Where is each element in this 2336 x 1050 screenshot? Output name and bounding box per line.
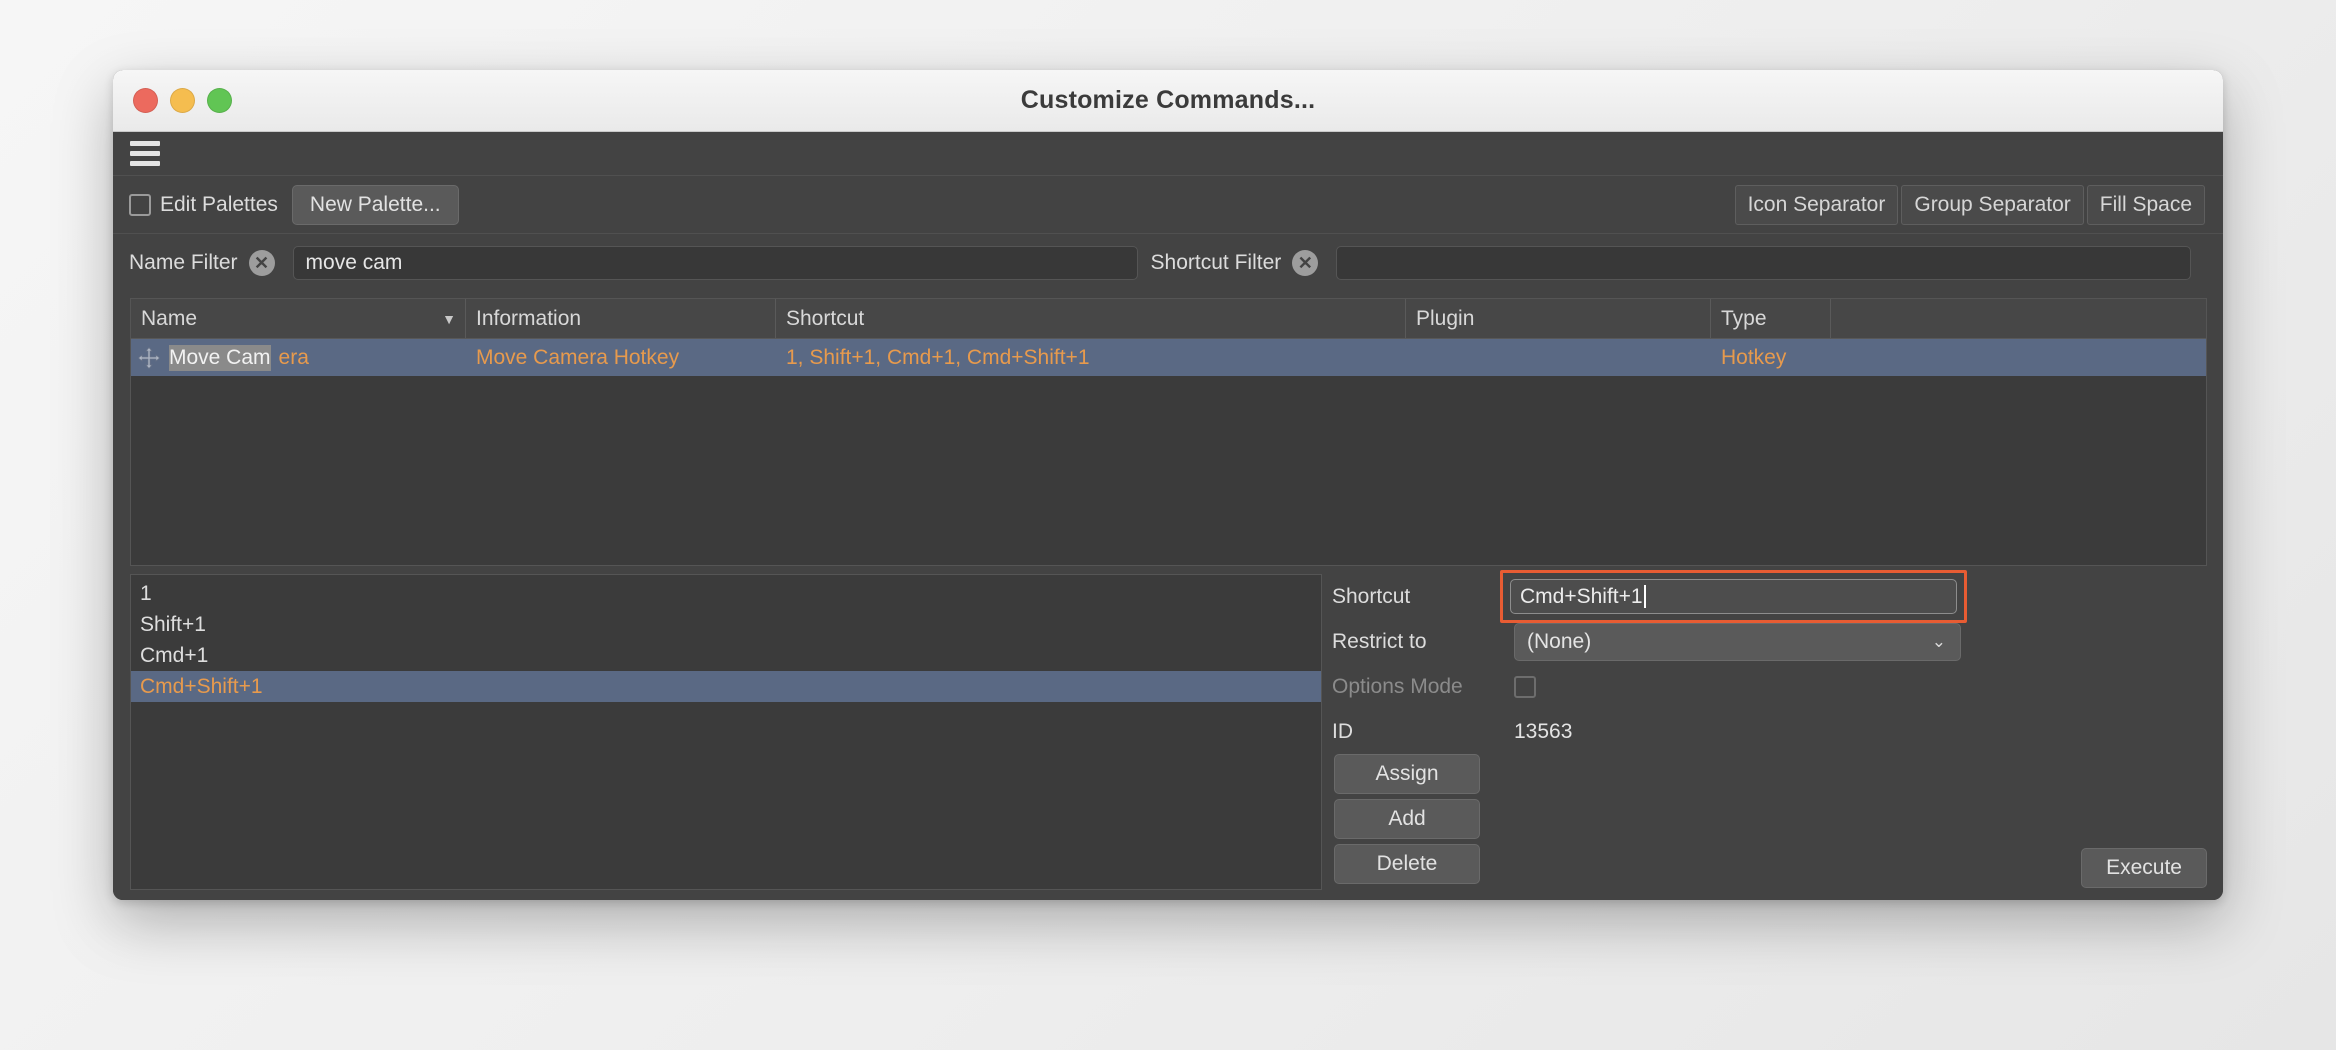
column-header-information[interactable]: Information: [466, 299, 776, 338]
id-label: ID: [1332, 719, 1353, 743]
column-header-plugin-label: Plugin: [1416, 306, 1475, 330]
cell-type: Hotkey: [1721, 345, 1787, 369]
list-item[interactable]: 1: [131, 578, 1321, 609]
id-row: ID 13563: [1332, 709, 2207, 754]
close-window-button[interactable]: [133, 88, 158, 113]
shortcut-input[interactable]: Cmd+Shift+1: [1510, 579, 1957, 614]
column-header-information-label: Information: [476, 306, 582, 330]
name-filter-label: Name Filter: [129, 251, 238, 274]
cell-information: Move Camera Hotkey: [476, 345, 680, 369]
restrict-to-select[interactable]: (None) ⌄: [1514, 622, 1961, 661]
options-mode-label: Options Mode: [1332, 674, 1463, 698]
window-titlebar: Customize Commands...: [113, 70, 2223, 132]
commands-table-header: Name ▼ Information Shortcut Plugin Type: [131, 299, 2206, 339]
shortcut-filter-label: Shortcut Filter: [1150, 251, 1282, 274]
id-value: 13563: [1514, 719, 1573, 743]
shortcut-detail-panel: Shortcut Cmd+Shift+1 Restrict to (None) …: [1322, 570, 2207, 890]
customize-commands-window: Customize Commands... Edit Palettes New …: [113, 70, 2223, 900]
column-header-shortcut-label: Shortcut: [786, 306, 865, 330]
list-item[interactable]: Cmd+Shift+1: [131, 671, 1321, 702]
new-palette-button[interactable]: New Palette...: [291, 184, 459, 225]
assign-button[interactable]: Assign: [1334, 754, 1480, 794]
execute-button-wrap: Execute: [2081, 848, 2207, 888]
cell-name-rest: era: [278, 345, 309, 369]
fill-space-button[interactable]: Fill Space: [2086, 184, 2205, 225]
list-item[interactable]: Cmd+1: [131, 640, 1321, 671]
shortcut-filter-clear-icon[interactable]: ✕: [1292, 250, 1319, 276]
restrict-to-value: (None): [1527, 629, 1592, 653]
cell-shortcut: 1, Shift+1, Cmd+1, Cmd+Shift+1: [786, 345, 1090, 369]
restrict-to-row: Restrict to (None) ⌄: [1332, 619, 2207, 664]
execute-button[interactable]: Execute: [2081, 848, 2207, 888]
cell-name: Move Cam era: [131, 344, 466, 371]
group-separator-button[interactable]: Group Separator: [1901, 184, 2084, 225]
filter-row: Name Filter ✕ Shortcut Filter ✕: [113, 234, 2223, 292]
column-header-type[interactable]: Type: [1711, 299, 1831, 338]
icon-separator-button[interactable]: Icon Separator: [1734, 184, 1899, 225]
column-header-name-label: Name: [141, 306, 198, 330]
column-header-shortcut[interactable]: Shortcut: [776, 299, 1406, 338]
minimize-window-button[interactable]: [170, 88, 195, 113]
list-item[interactable]: Shift+1: [131, 609, 1321, 640]
name-filter-clear-icon[interactable]: ✕: [248, 250, 275, 276]
shortcut-field-focus-ring: Cmd+Shift+1: [1500, 570, 1967, 623]
traffic-light-controls: [133, 88, 232, 113]
action-buttons-group: Assign Add Delete: [1334, 754, 1480, 884]
shortcut-field-label: Shortcut: [1332, 584, 1411, 608]
cell-name-match: Move Cam: [169, 344, 271, 371]
column-header-type-label: Type: [1721, 306, 1767, 330]
column-header-plugin[interactable]: Plugin: [1406, 299, 1711, 338]
shortcut-filter-group: Shortcut Filter ✕: [1151, 246, 2192, 280]
window-title: Customize Commands...: [1020, 86, 1316, 114]
restrict-to-label: Restrict to: [1332, 629, 1427, 653]
bottom-pane: 1 Shift+1 Cmd+1 Cmd+Shift+1 Shortcut Cmd…: [113, 566, 2223, 900]
shortcut-field-row: Shortcut Cmd+Shift+1: [1332, 570, 2207, 623]
palette-toolbar: Edit Palettes New Palette... Icon Separa…: [113, 176, 2223, 234]
commands-table: Name ▼ Information Shortcut Plugin Type: [130, 298, 2207, 566]
desktop-background: Customize Commands... Edit Palettes New …: [0, 0, 2336, 1050]
maximize-window-button[interactable]: [207, 88, 232, 113]
shortcut-input-value: Cmd+Shift+1: [1520, 584, 1643, 608]
edit-palettes-checkbox[interactable]: [129, 193, 151, 216]
name-filter-input[interactable]: [292, 246, 1138, 280]
edit-palettes-checkbox-group[interactable]: Edit Palettes: [129, 193, 278, 217]
hamburger-menu-icon[interactable]: [130, 141, 160, 166]
app-body: Edit Palettes New Palette... Icon Separa…: [113, 132, 2223, 900]
text-cursor: [1643, 585, 1646, 608]
move-camera-icon: [137, 346, 161, 370]
options-mode-row: Options Mode: [1332, 664, 2207, 709]
chevron-down-icon: ⌄: [1931, 631, 1946, 651]
column-header-name[interactable]: Name ▼: [131, 299, 466, 338]
name-filter-group: Name Filter ✕: [129, 246, 1138, 280]
column-header-spacer: [1831, 299, 2206, 338]
edit-palettes-label: Edit Palettes: [160, 192, 278, 216]
table-row[interactable]: Move Cam era Move Camera Hotkey 1, Shift+…: [131, 339, 2206, 376]
delete-button[interactable]: Delete: [1334, 844, 1480, 884]
options-mode-checkbox: [1514, 675, 1536, 698]
commands-table-body: Move Cam era Move Camera Hotkey 1, Shift+…: [131, 339, 2206, 565]
app-menubar: [113, 132, 2223, 176]
shortcut-filter-input[interactable]: [1336, 246, 2192, 280]
sort-descending-icon: ▼: [442, 310, 456, 327]
add-button[interactable]: Add: [1334, 799, 1480, 839]
assigned-shortcuts-list[interactable]: 1 Shift+1 Cmd+1 Cmd+Shift+1: [130, 574, 1322, 890]
